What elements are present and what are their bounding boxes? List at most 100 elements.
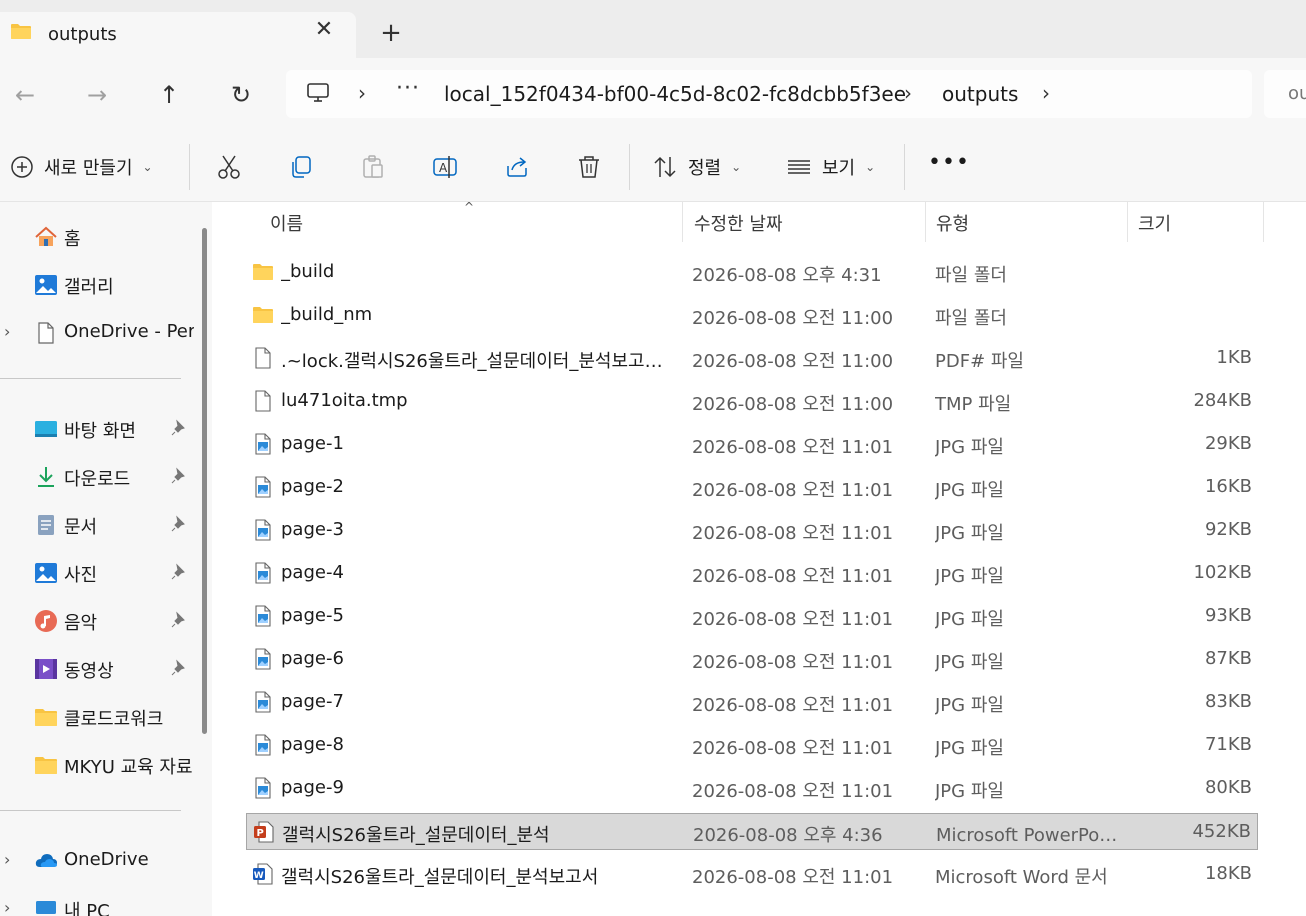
- sidebar-item-label: MKYU 교육 자료: [64, 757, 193, 778]
- file-date: 2026-08-08 오전 11:00: [692, 351, 894, 372]
- breadcrumb-overflow[interactable]: ···: [396, 76, 420, 101]
- view-list-icon: [788, 160, 810, 174]
- file-row[interactable]: P 갤럭시S26울트라_설문데이터_분석 2026-08-08 오후 4:36 Mic…: [246, 813, 1258, 850]
- sidebar-item-downloads[interactable]: 다운로드: [0, 456, 196, 496]
- file-row[interactable]: _build_nm 2026-08-08 오전 11:00 파일 폴더: [246, 297, 1258, 334]
- pin-icon[interactable]: [170, 419, 188, 437]
- sidebar-divider: [0, 810, 181, 811]
- pin-icon[interactable]: [170, 563, 188, 581]
- file-name: page-3: [281, 519, 344, 540]
- back-button[interactable]: ←: [8, 78, 42, 112]
- file-type: 파일 폴더: [935, 265, 1007, 286]
- divider: [904, 144, 905, 190]
- column-divider[interactable]: [925, 202, 926, 242]
- file-row[interactable]: _build 2026-08-08 오후 4:31 파일 폴더: [246, 254, 1258, 291]
- sidebar-item-label: 바탕 화면: [64, 421, 136, 442]
- share-icon[interactable]: [504, 154, 530, 180]
- file-size: 452KB: [1192, 821, 1251, 842]
- cloud-icon: [35, 854, 57, 867]
- sidebar-item-onedrive[interactable]: › OneDrive: [0, 840, 196, 880]
- breadcrumb-local-folder[interactable]: local_152f0434-bf00-4c5d-8c02-fc8dcbb5f3…: [444, 82, 906, 106]
- sidebar-item-gallery[interactable]: 갤러리: [0, 264, 196, 304]
- more-options-button[interactable]: •••: [928, 150, 970, 175]
- cut-icon[interactable]: [216, 154, 242, 180]
- column-header-type[interactable]: 유형: [936, 210, 969, 236]
- breadcrumb-outputs[interactable]: outputs: [942, 82, 1018, 106]
- search-input[interactable]: ou: [1264, 70, 1306, 118]
- breadcrumb-separator[interactable]: ›: [1042, 81, 1050, 105]
- view-button[interactable]: 보기 ⌄: [786, 152, 875, 182]
- file-name: page-4: [281, 562, 344, 583]
- file-row[interactable]: page-3 2026-08-08 오전 11:01 JPG 파일 92KB: [246, 512, 1258, 549]
- sidebar-item-pictures[interactable]: 사진: [0, 552, 196, 592]
- file-row[interactable]: page-8 2026-08-08 오전 11:01 JPG 파일 71KB: [246, 727, 1258, 764]
- refresh-button[interactable]: ↻: [224, 78, 258, 112]
- powerpoint-file-icon: P: [253, 821, 275, 843]
- sidebar-item-this-pc[interactable]: › 내 PC: [0, 888, 196, 916]
- file-size: 83KB: [1204, 691, 1252, 712]
- plus-circle-icon: [11, 156, 33, 178]
- column-divider[interactable]: [682, 202, 683, 242]
- pin-icon[interactable]: [170, 515, 188, 533]
- column-header-name[interactable]: 이름: [270, 210, 303, 236]
- file-row[interactable]: page-4 2026-08-08 오전 11:01 JPG 파일 102KB: [246, 555, 1258, 592]
- close-tab-icon[interactable]: ✕: [312, 18, 336, 42]
- sidebar-item-claude-cowork[interactable]: 클로드코워크: [0, 696, 196, 736]
- file-row[interactable]: page-5 2026-08-08 오전 11:01 JPG 파일 93KB: [246, 598, 1258, 635]
- view-label: 보기: [822, 158, 856, 179]
- sidebar-item-videos[interactable]: 동영상: [0, 648, 196, 688]
- pc-icon[interactable]: [306, 83, 330, 103]
- file-row[interactable]: W 갤럭시S26울트라_설문데이터_분석보고서 2026-08-08 오전 11:0…: [246, 856, 1258, 893]
- pin-icon[interactable]: [170, 659, 188, 677]
- chevron-right-icon[interactable]: ›: [4, 850, 10, 869]
- file-date: 2026-08-08 오후 4:31: [692, 265, 882, 286]
- sidebar-item-desktop[interactable]: 바탕 화면: [0, 408, 196, 448]
- sidebar-item-onedrive-personal[interactable]: › OneDrive - Personal: [0, 312, 196, 352]
- breadcrumb-separator[interactable]: ›: [904, 81, 912, 105]
- column-divider[interactable]: [1263, 202, 1264, 242]
- sidebar-item-documents[interactable]: 문서: [0, 504, 196, 544]
- file-name: 갤럭시S26울트라_설문데이터_분석: [282, 825, 550, 846]
- file-row[interactable]: .~lock.갤럭시S26울트라_설문데이터_분석보고서.docx# 2026-0…: [246, 340, 1258, 377]
- pin-icon[interactable]: [170, 467, 188, 485]
- file-type: JPG 파일: [935, 609, 1004, 630]
- forward-button[interactable]: →: [80, 78, 114, 112]
- file-size: 93KB: [1204, 605, 1252, 626]
- sidebar-item-label: 내 PC: [64, 901, 110, 916]
- sidebar-scrollbar[interactable]: [202, 228, 207, 734]
- file-type: JPG 파일: [935, 523, 1004, 544]
- chevron-right-icon[interactable]: ›: [4, 322, 10, 341]
- delete-icon[interactable]: [576, 154, 602, 180]
- file-list: ^ 이름 수정한 날짜 유형 크기 _build 2026-08-08 오후 4:…: [218, 200, 1306, 916]
- file-row[interactable]: page-2 2026-08-08 오전 11:01 JPG 파일 16KB: [246, 469, 1258, 506]
- file-row[interactable]: page-7 2026-08-08 오전 11:01 JPG 파일 83KB: [246, 684, 1258, 721]
- breadcrumb-separator[interactable]: ›: [358, 81, 366, 105]
- column-header-date[interactable]: 수정한 날짜: [694, 210, 783, 236]
- sidebar-item-label: 다운로드: [64, 469, 131, 490]
- sidebar-item-mkyu[interactable]: MKYU 교육 자료: [0, 744, 196, 784]
- file-name: lu471oita.tmp: [281, 390, 408, 411]
- sidebar-item-home[interactable]: 홈: [0, 216, 196, 256]
- file-row[interactable]: lu471oita.tmp 2026-08-08 오전 11:00 TMP 파일 28…: [246, 383, 1258, 420]
- file-row[interactable]: page-6 2026-08-08 오전 11:01 JPG 파일 87KB: [246, 641, 1258, 678]
- chevron-right-icon[interactable]: ›: [4, 898, 10, 916]
- tab-outputs[interactable]: outputs ✕: [0, 12, 356, 58]
- copy-icon[interactable]: [288, 154, 314, 180]
- new-button[interactable]: 새로 만들기 ⌄: [10, 152, 153, 182]
- paste-icon[interactable]: [360, 154, 386, 180]
- file-row[interactable]: page-1 2026-08-08 오전 11:01 JPG 파일 29KB: [246, 426, 1258, 463]
- up-button[interactable]: ↑: [152, 78, 186, 112]
- address-bar[interactable]: › ··· local_152f0434-bf00-4c5d-8c02-fc8d…: [286, 70, 1252, 118]
- sidebar-item-label: 문서: [64, 517, 98, 538]
- pin-icon[interactable]: [170, 611, 188, 629]
- new-tab-button[interactable]: +: [376, 18, 406, 48]
- word-file-icon: W: [252, 863, 274, 885]
- sidebar-item-music[interactable]: 음악: [0, 600, 196, 640]
- sort-icon: [654, 156, 676, 178]
- sort-button[interactable]: 정렬 ⌄: [652, 152, 741, 182]
- rename-icon[interactable]: A: [432, 154, 458, 180]
- column-divider[interactable]: [1127, 202, 1128, 242]
- file-row[interactable]: page-9 2026-08-08 오전 11:01 JPG 파일 80KB: [246, 770, 1258, 807]
- file-name: _build_nm: [281, 304, 373, 325]
- column-header-size[interactable]: 크기: [1138, 210, 1171, 236]
